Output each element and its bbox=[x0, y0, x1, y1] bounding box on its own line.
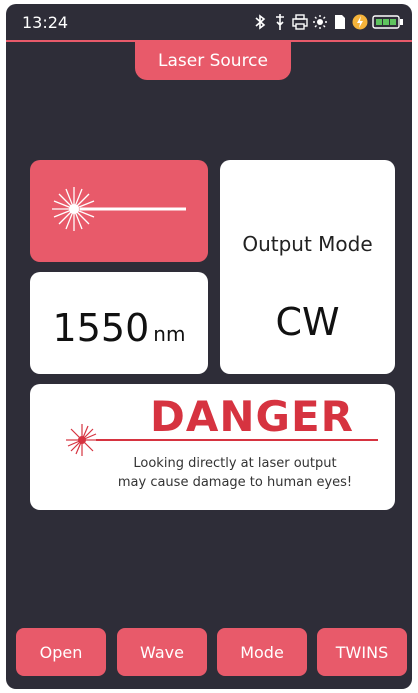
status-time: 13:24 bbox=[22, 13, 69, 32]
danger-message-line2: may cause damage to human eyes! bbox=[117, 475, 353, 490]
printer-icon bbox=[292, 13, 308, 31]
laser-status-card[interactable] bbox=[30, 160, 208, 262]
laser-warning-icon bbox=[66, 424, 98, 456]
wavelength-value: 1550 bbox=[52, 306, 150, 350]
battery-icon bbox=[372, 13, 404, 31]
danger-message-line1: Looking directly at laser output bbox=[133, 456, 337, 471]
twins-button[interactable]: TWINS bbox=[317, 628, 407, 676]
output-mode-card[interactable]: Output Mode CW bbox=[220, 160, 395, 374]
brightness-icon bbox=[312, 13, 328, 31]
status-icons bbox=[252, 11, 404, 33]
wavelength-display: 1550 nm bbox=[30, 306, 208, 350]
danger-message: Looking directly at laser output may cau… bbox=[90, 454, 380, 492]
wavelength-card[interactable]: 1550 nm bbox=[30, 272, 208, 374]
charging-icon bbox=[352, 13, 368, 31]
wave-button[interactable]: Wave bbox=[117, 628, 207, 676]
open-button[interactable]: Open bbox=[16, 628, 106, 676]
laser-beam-icon bbox=[52, 187, 186, 231]
device-screen: 13:24 Laser Source Output Mode CW 1550 n… bbox=[6, 4, 412, 689]
danger-warning-card: DANGER Looking directly at laser output … bbox=[30, 384, 395, 510]
page-title: Laser Source bbox=[135, 42, 291, 80]
mode-button[interactable]: Mode bbox=[217, 628, 307, 676]
usb-icon bbox=[272, 13, 288, 31]
danger-title: DANGER bbox=[150, 392, 355, 441]
wavelength-unit: nm bbox=[153, 322, 186, 346]
output-mode-value: CW bbox=[275, 300, 340, 344]
sd-card-icon bbox=[332, 13, 348, 31]
bluetooth-icon bbox=[252, 13, 268, 31]
output-mode-label: Output Mode bbox=[242, 232, 373, 256]
status-bar: 13:24 bbox=[6, 4, 412, 42]
